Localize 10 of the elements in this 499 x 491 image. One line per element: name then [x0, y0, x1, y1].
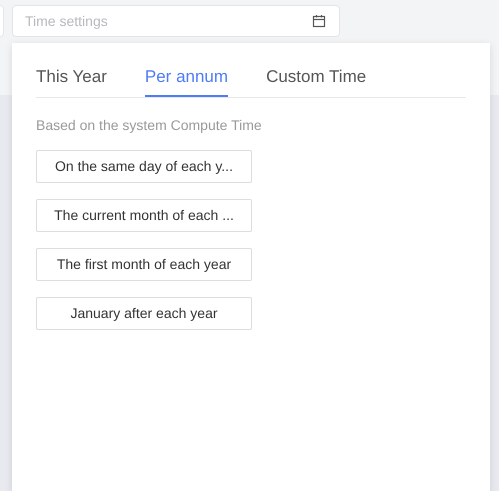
tab[interactable]: Per annum — [144, 43, 228, 97]
option-button[interactable]: On the same day of each y... — [36, 150, 252, 183]
tab[interactable]: Custom Time — [266, 43, 366, 97]
tab[interactable]: This Year — [36, 43, 107, 97]
calendar-icon — [312, 14, 326, 28]
hint-text: Based on the system Compute Time — [36, 116, 263, 135]
date-field[interactable]: Time settings — [12, 5, 340, 37]
option-button[interactable]: The current month of each ... — [36, 199, 252, 232]
option-button[interactable]: The first month of each year — [36, 248, 252, 281]
option-button[interactable]: January after each year — [36, 297, 252, 330]
